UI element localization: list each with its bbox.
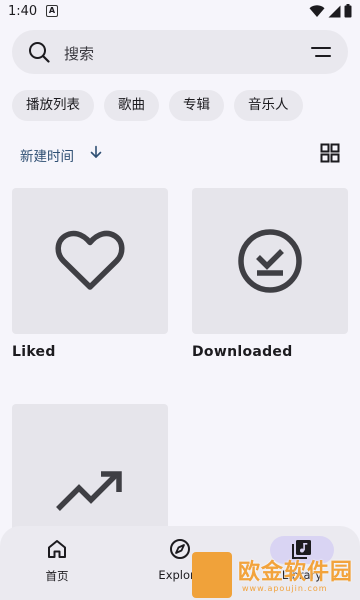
download-done-icon <box>238 229 302 293</box>
status-icons <box>309 4 352 18</box>
watermark-emblem <box>192 552 232 598</box>
card-artwork <box>192 188 348 334</box>
playlist-card-downloaded[interactable]: Downloaded <box>192 188 348 360</box>
grid-view-icon[interactable] <box>320 143 340 163</box>
playlist-card-liked[interactable]: Liked <box>12 188 168 360</box>
card-title: Downloaded <box>192 344 293 360</box>
search-bar[interactable]: 搜索 <box>12 30 348 74</box>
nav-label: 首页 <box>45 569 69 583</box>
search-icon[interactable] <box>28 41 50 63</box>
chip-playlists[interactable]: 播放列表 <box>12 90 94 121</box>
trending-up-icon <box>56 471 122 511</box>
chip-albums[interactable]: 专辑 <box>169 90 224 121</box>
status-time: 1:40 <box>8 4 38 19</box>
status-bar: 1:40 A <box>0 0 360 24</box>
nav-item-home[interactable]: 首页 <box>12 538 102 584</box>
battery-icon <box>344 4 352 18</box>
sort-label[interactable]: 新建时间 <box>20 145 74 165</box>
heart-icon <box>55 230 125 290</box>
menu-icon[interactable] <box>310 45 332 59</box>
signal-icon <box>328 5 341 17</box>
search-input[interactable]: 搜索 <box>64 43 94 64</box>
wifi-icon <box>309 4 325 17</box>
arrow-down-icon[interactable] <box>89 145 103 159</box>
chip-artists[interactable]: 音乐人 <box>234 90 303 121</box>
watermark-text: 欧金软件园 <box>238 560 354 585</box>
filter-chips: 播放列表 歌曲 专辑 音乐人 <box>12 90 303 121</box>
explore-icon <box>170 539 190 559</box>
watermark-logo: 欧金软件园 www.apoujin.com <box>192 552 358 598</box>
notification-icon: A <box>46 5 58 17</box>
home-icon <box>48 540 66 558</box>
card-title: Liked <box>12 344 56 360</box>
chip-songs[interactable]: 歌曲 <box>104 90 159 121</box>
card-artwork <box>12 188 168 334</box>
watermark-url: www.apoujin.com <box>242 584 328 593</box>
